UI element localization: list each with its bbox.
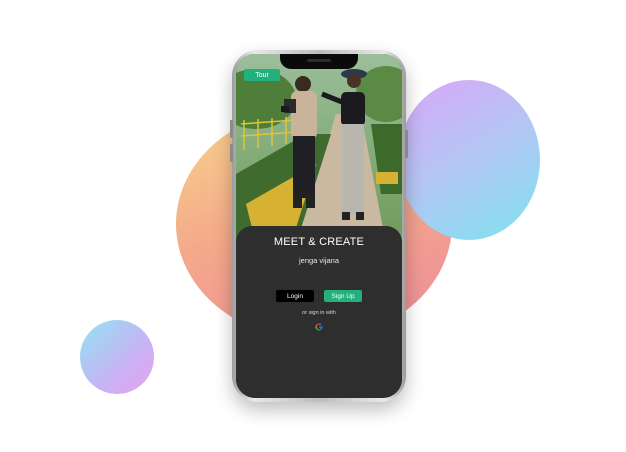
welcome-panel: MEET & CREATE jenga vijana Login Sign Up…	[236, 226, 402, 398]
app-tagline: jenga vijana	[298, 256, 340, 265]
decor-circle-small	[80, 320, 154, 394]
speaker-grille	[307, 59, 331, 62]
app-headline: MEET & CREATE	[273, 236, 365, 248]
phone-power-button	[405, 130, 408, 158]
phone-screen: Tour MEET & CREATE jenga vijana Login Si…	[236, 54, 402, 398]
alt-signin-label: or sign in with	[302, 310, 336, 316]
phone-notch	[280, 54, 358, 69]
phone-mockup: Tour MEET & CREATE jenga vijana Login Si…	[230, 50, 408, 402]
tour-button[interactable]: Tour	[244, 69, 280, 81]
login-button[interactable]: Login	[276, 290, 314, 302]
hero-photo-illustration	[236, 54, 402, 244]
signup-button[interactable]: Sign Up	[324, 290, 362, 302]
decor-circle-cool	[398, 80, 540, 240]
google-g-icon	[315, 323, 323, 331]
phone-volume-down	[230, 144, 233, 162]
hero-photo	[236, 54, 402, 244]
google-signin-button[interactable]	[315, 319, 323, 331]
phone-volume-up	[230, 120, 233, 138]
